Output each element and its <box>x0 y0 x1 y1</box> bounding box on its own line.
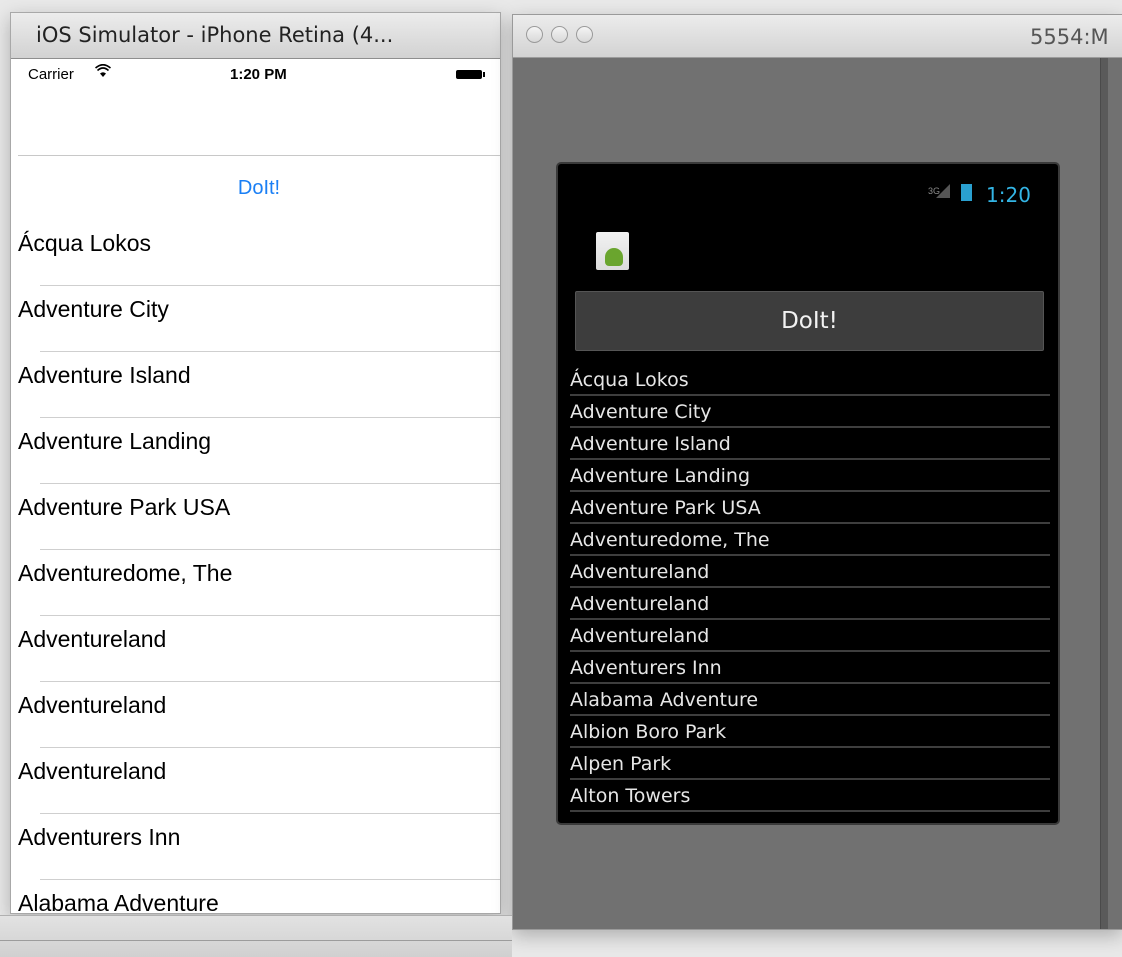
list-item[interactable]: Adventuredome, The <box>570 524 1050 556</box>
ios-table-view[interactable]: Ácqua Lokos Adventure City Adventure Islan… <box>18 220 500 913</box>
wifi-icon <box>94 63 112 83</box>
list-item-label: Adventuredome, The <box>570 529 770 551</box>
list-item-label: Adventure City <box>570 401 712 423</box>
list-item-label: Adventure City <box>18 296 169 322</box>
ios-window-title: iOS Simulator - iPhone Retina (4... <box>36 23 394 47</box>
android-window-titlebar[interactable]: 5554:M <box>513 15 1122 58</box>
list-item[interactable]: Adventure Landing <box>570 460 1050 492</box>
ios-window-titlebar[interactable]: iOS Simulator - iPhone Retina (4... <box>11 13 500 59</box>
android-list-view[interactable]: Ácqua Lokos Adventure City Adventure Islan… <box>570 364 1050 812</box>
desktop-bottom-strip <box>0 915 512 957</box>
status-time: 1:20 PM <box>230 66 287 83</box>
list-item-label: Adventureland <box>18 758 167 784</box>
list-item[interactable]: Adventure Island <box>570 428 1050 460</box>
close-window-button[interactable] <box>526 26 543 43</box>
list-item[interactable]: Adventure Landing <box>18 418 500 484</box>
list-item[interactable]: Adventurers Inn <box>570 652 1050 684</box>
android-status-bar: 3G 1:20 <box>558 164 1058 208</box>
list-item[interactable]: Alpen Park <box>570 748 1050 780</box>
list-item[interactable]: Adventure Park USA <box>18 484 500 550</box>
battery-charging-icon <box>961 184 972 201</box>
zoom-window-button[interactable] <box>576 26 593 43</box>
list-item-label: Adventureland <box>570 625 710 647</box>
divider <box>0 940 512 941</box>
list-item[interactable]: Adventurers Inn <box>18 814 500 880</box>
list-item-label: Adventure Landing <box>570 465 751 487</box>
list-item-label: Adventurers Inn <box>18 824 181 850</box>
android-status-time: 1:20 <box>986 183 1031 207</box>
list-item[interactable]: Adventureland <box>18 682 500 748</box>
list-item-label: Alton Towers <box>570 785 691 807</box>
list-item-label: Adventureland <box>18 626 167 652</box>
list-item-label: Adventure Park USA <box>570 497 761 519</box>
list-item-label: Adventureland <box>18 692 167 718</box>
list-item[interactable]: Adventureland <box>570 620 1050 652</box>
list-item[interactable]: Adventureland <box>570 556 1050 588</box>
list-item-label: Ácqua Lokos <box>18 230 151 256</box>
list-item-label: Adventure Park USA <box>18 494 231 520</box>
list-item-label: Alpen Park <box>570 753 672 775</box>
ios-simulator-window: iOS Simulator - iPhone Retina (4... Carr… <box>10 12 501 914</box>
battery-icon <box>456 70 485 79</box>
list-item-label: Albion Boro Park <box>570 721 727 743</box>
list-item[interactable]: Alabama Adventure <box>570 684 1050 716</box>
android-window-title: 5554:M <box>1030 25 1109 49</box>
emulator-side-bar <box>1100 58 1108 929</box>
list-item-label: Adventureland <box>570 561 710 583</box>
list-item[interactable]: Adventure Island <box>18 352 500 418</box>
list-item-label: Alabama Adventure <box>18 890 219 913</box>
signal-icon <box>936 184 950 198</box>
list-item[interactable]: Adventureland <box>18 748 500 814</box>
list-item[interactable]: Ácqua Lokos <box>570 364 1050 396</box>
android-emulator-window: 5554:M 3G 1:20 DoIt! Ácqua Lokos Adventur… <box>512 14 1122 930</box>
app-icon <box>596 232 629 270</box>
list-item-label: Adventureland <box>570 593 710 615</box>
android-device-screen: 3G 1:20 DoIt! Ácqua Lokos Adventure City A… <box>556 162 1060 825</box>
list-item[interactable]: Adventure City <box>18 286 500 352</box>
list-item[interactable]: Albion Boro Park <box>570 716 1050 748</box>
list-item-label: Adventurers Inn <box>570 657 722 679</box>
list-item-label: Ácqua Lokos <box>570 369 689 391</box>
nav-separator <box>18 155 500 156</box>
list-item[interactable]: Adventure Park USA <box>570 492 1050 524</box>
list-item[interactable]: Ácqua Lokos <box>18 220 500 286</box>
list-item-label: Adventure Landing <box>18 428 212 454</box>
doit-button[interactable]: DoIt! <box>18 177 500 200</box>
list-item[interactable]: Alabama Adventure <box>18 880 500 913</box>
list-item-label: Alabama Adventure <box>570 689 759 711</box>
list-item-label: Adventure Island <box>570 433 731 455</box>
android-doit-button[interactable]: DoIt! <box>575 291 1044 351</box>
list-item[interactable]: Adventureland <box>570 588 1050 620</box>
list-item-label: Adventuredome, The <box>18 560 233 586</box>
list-item[interactable]: Alton Towers <box>570 780 1050 812</box>
ios-status-bar: Carrier 1:20 PM <box>18 59 500 87</box>
list-item[interactable]: Adventure City <box>570 396 1050 428</box>
list-item[interactable]: Adventuredome, The <box>18 550 500 616</box>
list-item-label: Adventure Island <box>18 362 191 388</box>
ios-screen: Carrier 1:20 PM DoIt! Ácqua Lokos Adventu… <box>18 59 500 913</box>
carrier-label: Carrier <box>28 66 74 83</box>
list-item[interactable]: Adventureland <box>18 616 500 682</box>
minimize-window-button[interactable] <box>551 26 568 43</box>
